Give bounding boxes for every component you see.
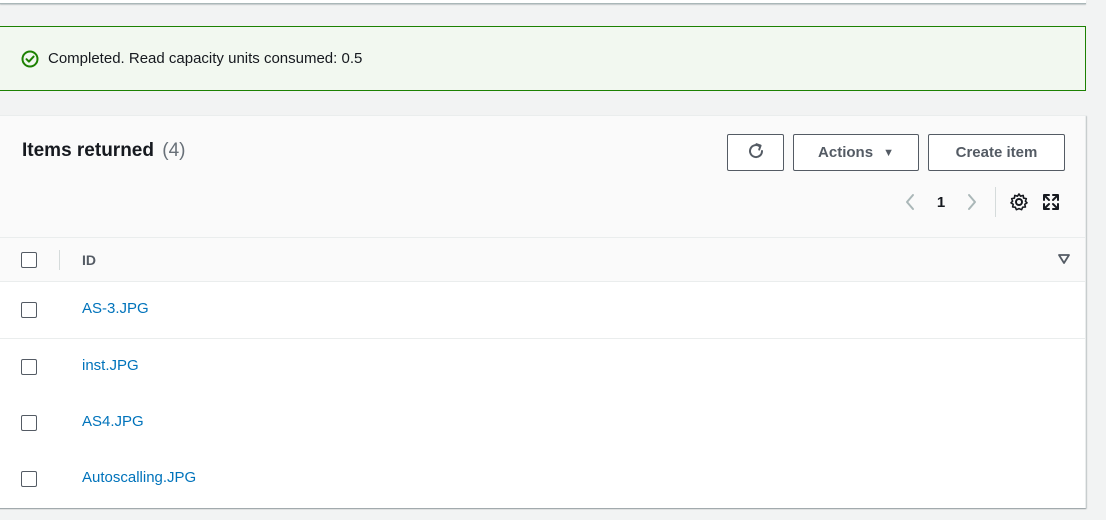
- previous-container-bottom: [0, 0, 1086, 4]
- create-item-label: Create item: [955, 144, 1038, 161]
- caret-down-icon: ▼: [883, 146, 894, 159]
- current-page[interactable]: 1: [921, 194, 961, 211]
- chevron-right-icon[interactable]: [961, 191, 983, 213]
- row-checkbox[interactable]: [21, 471, 37, 487]
- actions-label: Actions: [818, 144, 874, 161]
- create-item-button[interactable]: Create item: [928, 134, 1065, 171]
- sort-down-icon[interactable]: [1057, 252, 1071, 266]
- success-alert: Completed. Read capacity units consumed:…: [0, 26, 1086, 91]
- table-row: AS-3.JPG: [0, 282, 1085, 339]
- table-header: ID: [0, 238, 1085, 282]
- alert-message: Completed. Read capacity units consumed:…: [48, 50, 363, 67]
- item-id-link[interactable]: AS4.JPG: [82, 413, 144, 430]
- actions-button[interactable]: Actions ▼: [793, 134, 919, 171]
- gear-icon[interactable]: [1008, 191, 1030, 213]
- pager-divider: [995, 187, 996, 217]
- item-id-link[interactable]: inst.JPG: [82, 357, 139, 374]
- items-returned-panel: Items returned (4) Actions ▼ Create item: [0, 115, 1086, 508]
- column-header-id[interactable]: ID: [82, 252, 96, 268]
- item-id-link[interactable]: Autoscalling.JPG: [82, 469, 196, 486]
- chevron-left-icon[interactable]: [899, 191, 921, 213]
- table-row: Autoscalling.JPG: [0, 451, 1085, 508]
- panel-header: Items returned (4) Actions ▼ Create item: [0, 116, 1085, 238]
- expand-icon[interactable]: [1040, 191, 1062, 213]
- item-id-link[interactable]: AS-3.JPG: [82, 300, 149, 317]
- row-checkbox[interactable]: [21, 415, 37, 431]
- select-all-checkbox[interactable]: [21, 252, 37, 268]
- row-checkbox[interactable]: [21, 359, 37, 375]
- table-row: AS4.JPG: [0, 395, 1085, 452]
- table-row: inst.JPG: [0, 339, 1085, 396]
- refresh-button[interactable]: [727, 134, 784, 171]
- panel-title: Items returned (4): [22, 140, 186, 162]
- pagination: 1: [899, 187, 1072, 217]
- refresh-icon: [746, 141, 766, 165]
- row-checkbox[interactable]: [21, 302, 37, 318]
- check-circle-icon: [21, 50, 39, 68]
- items-count: (4): [162, 140, 186, 161]
- column-divider: [59, 250, 60, 270]
- panel-title-text: Items returned: [22, 140, 154, 161]
